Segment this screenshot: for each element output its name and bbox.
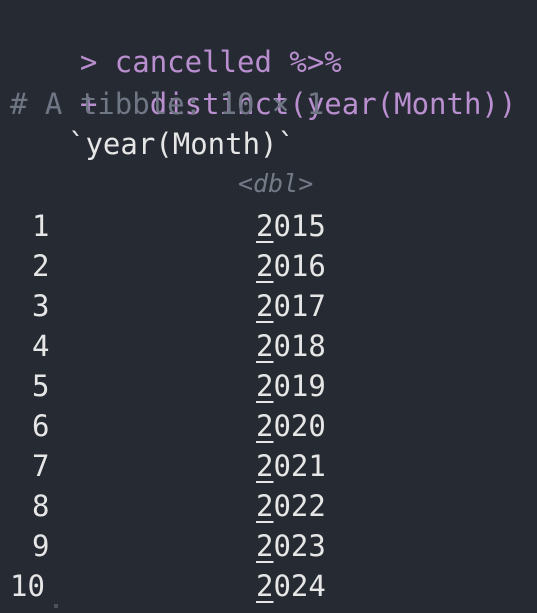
row-index: 2	[32, 249, 50, 283]
row-index: 9	[32, 529, 50, 563]
column-type: <dbl>	[238, 169, 314, 198]
row-value: 2019	[256, 369, 326, 403]
row-value: 2024	[256, 569, 326, 603]
row-index: 7	[32, 449, 50, 483]
scroll-indicator	[54, 604, 58, 608]
row-index: 10	[10, 569, 45, 603]
row-value: 2017	[256, 289, 326, 323]
row-index: 8	[32, 489, 50, 523]
command-line-2: + distinct(year(Month))	[10, 44, 517, 121]
row-value: 2018	[256, 329, 326, 363]
tibble-header: # A tibble: 10 × 1	[10, 87, 325, 121]
row-value: 2016	[256, 249, 326, 283]
row-value: 2015	[256, 209, 326, 243]
row-value: 2023	[256, 529, 326, 563]
row-index: 1	[32, 209, 50, 243]
command-line-1: > cancelled %>%	[10, 2, 342, 79]
column-name: `year(Month)`	[68, 127, 295, 161]
row-index: 3	[32, 289, 50, 323]
row-value: 2020	[256, 409, 326, 443]
row-value: 2022	[256, 489, 326, 523]
row-index: 5	[32, 369, 50, 403]
row-value: 2021	[256, 449, 326, 483]
row-index: 6	[32, 409, 50, 443]
row-index: 4	[32, 329, 50, 363]
r-console-output[interactable]: > cancelled %>% + distinct(year(Month)) …	[0, 0, 537, 613]
